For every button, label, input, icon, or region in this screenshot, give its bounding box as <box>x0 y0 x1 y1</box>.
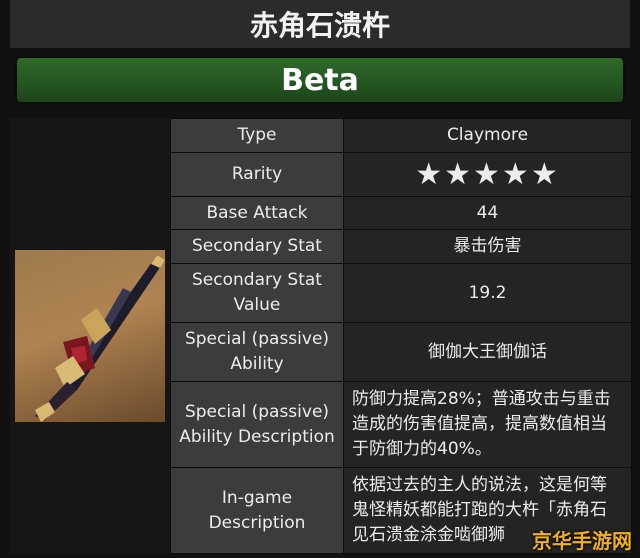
base-attack-value: 44 <box>343 196 632 230</box>
passive-description-label: Special (passive) Ability Description <box>170 381 344 468</box>
type-value: Claymore <box>343 118 632 153</box>
claymore-weapon-icon <box>15 250 165 422</box>
secondary-stat-value-label: Secondary Stat Value <box>170 263 344 323</box>
base-attack-label: Base Attack <box>170 196 344 230</box>
page-title: 赤角石溃杵 <box>10 0 630 48</box>
table-row: Secondary Stat Value 19.2 <box>170 263 632 323</box>
passive-ability-value: 御伽大王御伽话 <box>343 322 632 382</box>
weapon-image-cell <box>10 118 170 554</box>
site-watermark: 京华手游网 <box>532 529 632 553</box>
secondary-stat-number: 19.2 <box>343 263 632 323</box>
table-row: Rarity ★★★★★ <box>170 152 632 197</box>
rarity-stars: ★★★★★ <box>343 152 632 197</box>
ingame-description-label: In-game Description <box>170 467 344 554</box>
secondary-stat-value: 暴击伤害 <box>343 229 632 264</box>
table-row: Special (passive) Ability Description 防御… <box>170 381 632 468</box>
type-label: Type <box>170 118 344 153</box>
table-row: Special (passive) Ability 御伽大王御伽话 <box>170 322 632 382</box>
table-row: Secondary Stat 暴击伤害 <box>170 229 632 264</box>
table-row: Base Attack 44 <box>170 196 632 230</box>
passive-description-value: 防御力提高28%；普通攻击与重击造成的伤害值提高，提高数值相当于防御力的40%。 <box>343 381 632 468</box>
table-row: Type Claymore <box>170 118 632 153</box>
secondary-stat-label: Secondary Stat <box>170 229 344 264</box>
passive-ability-label: Special (passive) Ability <box>170 322 344 382</box>
weapon-info-table: Type Claymore Rarity ★★★★★ Base Attack 4… <box>170 118 632 554</box>
beta-banner: Beta <box>15 56 625 104</box>
rarity-label: Rarity <box>170 152 344 197</box>
